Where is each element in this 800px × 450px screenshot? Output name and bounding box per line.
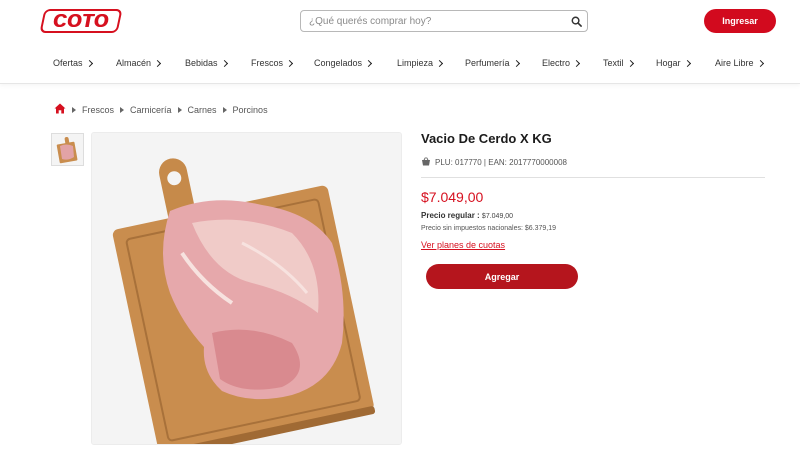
search-input[interactable] bbox=[309, 12, 565, 30]
divider bbox=[421, 177, 765, 178]
nav-item-aire-libre[interactable]: Aire Libre bbox=[715, 58, 764, 68]
site-header: COTO Ingresar Ofertas Almacén Bebidas Fr… bbox=[0, 0, 800, 84]
breadcrumb-item-porcinos[interactable]: Porcinos bbox=[233, 105, 268, 115]
nav-item-label: Almacén bbox=[116, 58, 152, 68]
coto-logo[interactable]: COTO bbox=[39, 9, 123, 33]
nav-item-label: Hogar bbox=[656, 58, 681, 68]
chevron-right-icon bbox=[220, 59, 228, 68]
nav-item-label: Frescos bbox=[251, 58, 284, 68]
add-to-cart-button[interactable]: Agregar bbox=[426, 264, 578, 289]
product-image bbox=[91, 132, 402, 445]
nav-item-ofertas[interactable]: Ofertas bbox=[53, 58, 93, 68]
nav-item-label: Textil bbox=[603, 58, 624, 68]
chevron-right-icon bbox=[85, 59, 93, 68]
chevron-right-icon bbox=[365, 59, 373, 68]
breadcrumb-separator-icon bbox=[120, 106, 125, 113]
search-bar bbox=[300, 10, 588, 32]
category-nav: Ofertas Almacén Bebidas Frescos Congelad… bbox=[0, 56, 800, 76]
nav-item-label: Electro bbox=[542, 58, 571, 68]
nav-item-label: Bebidas bbox=[185, 58, 218, 68]
chevron-right-icon bbox=[512, 59, 520, 68]
nav-item-perfumeria[interactable]: Perfumería bbox=[465, 58, 520, 68]
nav-item-electro[interactable]: Electro bbox=[542, 58, 581, 68]
product-codes-text: PLU: 017770 | EAN: 2017770000008 bbox=[435, 158, 567, 167]
nav-item-limpieza[interactable]: Limpieza bbox=[397, 58, 444, 68]
nav-item-textil[interactable]: Textil bbox=[603, 58, 634, 68]
breadcrumb-item-carnes[interactable]: Carnes bbox=[188, 105, 217, 115]
chevron-right-icon bbox=[572, 59, 581, 68]
breadcrumb-item-carniceria[interactable]: Carnicería bbox=[130, 105, 172, 115]
nav-item-label: Limpieza bbox=[397, 58, 434, 68]
chevron-right-icon bbox=[683, 59, 691, 68]
nav-item-label: Congelados bbox=[314, 58, 363, 68]
price-without-taxes: Precio sin impuestos nacionales: $6.379,… bbox=[421, 225, 557, 232]
nav-item-almacen[interactable]: Almacén bbox=[116, 58, 162, 68]
breadcrumb-separator-icon bbox=[177, 106, 182, 113]
regular-price: Precio regular : $7.049,00 bbox=[421, 211, 513, 220]
nav-item-label: Perfumería bbox=[465, 58, 510, 68]
chevron-right-icon bbox=[153, 59, 162, 68]
nav-item-frescos[interactable]: Frescos bbox=[251, 58, 294, 68]
installments-link[interactable]: Ver planes de cuotas bbox=[421, 240, 505, 250]
product-title: Vacio De Cerdo X KG bbox=[421, 131, 552, 146]
basket-icon bbox=[421, 157, 431, 168]
breadcrumb-separator-icon bbox=[72, 106, 76, 113]
nav-item-label: Ofertas bbox=[53, 58, 83, 68]
chevron-right-icon bbox=[756, 59, 764, 68]
product-codes: PLU: 017770 | EAN: 2017770000008 bbox=[421, 157, 567, 168]
search-icon[interactable] bbox=[565, 11, 587, 31]
breadcrumb-separator-icon bbox=[222, 106, 227, 113]
product-price: $7.049,00 bbox=[421, 189, 484, 205]
logo-text: COTO bbox=[53, 10, 109, 31]
home-icon[interactable] bbox=[54, 103, 66, 116]
login-button[interactable]: Ingresar bbox=[704, 9, 776, 33]
chevron-right-icon bbox=[285, 59, 294, 68]
nav-item-hogar[interactable]: Hogar bbox=[656, 58, 691, 68]
chevron-right-icon bbox=[435, 59, 444, 68]
regular-price-value: $7.049,00 bbox=[481, 213, 514, 220]
regular-price-label: Precio regular : bbox=[421, 211, 480, 220]
nav-item-congelados[interactable]: Congelados bbox=[314, 58, 373, 68]
breadcrumb-item-frescos[interactable]: Frescos bbox=[82, 105, 114, 115]
chevron-right-icon bbox=[626, 59, 634, 68]
nav-item-bebidas[interactable]: Bebidas bbox=[185, 58, 228, 68]
product-thumbnail[interactable] bbox=[51, 133, 84, 166]
breadcrumb: Frescos Carnicería Carnes Porcinos bbox=[54, 103, 268, 116]
nav-item-label: Aire Libre bbox=[715, 58, 754, 68]
